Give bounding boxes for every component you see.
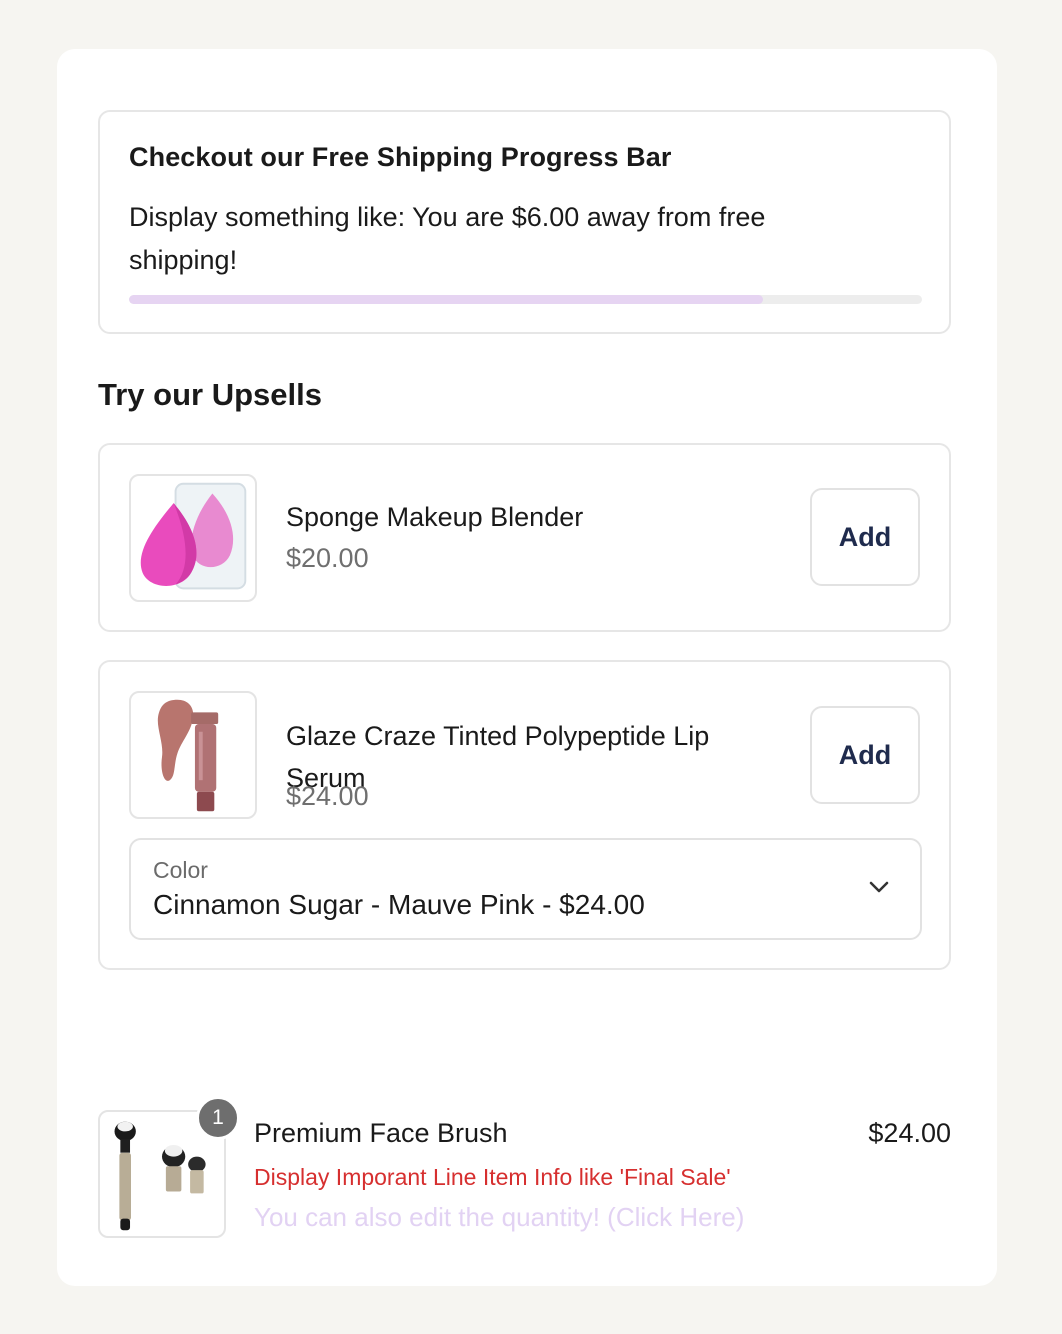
upsell-product-name: Sponge Makeup Blender [286,502,584,532]
lip-serum-icon [157,699,219,812]
line-item-name: Premium Face Brush [254,1118,508,1148]
upsell-card: Glaze Craze Tinted Polypeptide Lip Serum… [98,660,951,970]
sponge-image [129,474,257,602]
quantity-badge: 1 [196,1096,240,1140]
shipping-progress-fill [129,295,764,304]
upsell-product-price: $20.00 [286,543,369,573]
select-value: Cinnamon Sugar - Mauve Pink - $24.00 [153,889,645,920]
sponge-icon [140,482,247,590]
select-label: Color [153,857,208,883]
add-upsell-button[interactable]: Add [810,488,920,586]
free-shipping-box: Checkout our Free Shipping Progress Bar … [98,110,951,334]
shipping-title: Checkout our Free Shipping Progress Bar [129,142,672,172]
shipping-message: Display something like: You are $6.00 aw… [129,202,766,275]
add-upsell-button[interactable]: Add [810,706,920,804]
upsells-heading: Try our Upsells [98,377,322,412]
lip-serum-image [129,691,257,819]
cart-panel: Checkout our Free Shipping Progress Bar … [57,49,997,1286]
cart-line-item: 1 Premium Face Brush $24.00 Display Impo… [98,1096,951,1240]
chevron-down-icon [869,881,889,893]
line-item-price: $24.00 [868,1118,951,1148]
edit-quantity-link[interactable]: You can also edit the quantity! (Click H… [254,1202,744,1233]
line-item-note: Display Imporant Line Item Info like 'Fi… [254,1164,731,1190]
color-variant-select[interactable]: Color Cinnamon Sugar - Mauve Pink - $24.… [129,838,922,940]
shipping-progress-bar [129,295,922,304]
upsell-card: Sponge Makeup Blender $20.00 Add [98,443,951,632]
upsell-product-price: $24.00 [286,781,369,811]
